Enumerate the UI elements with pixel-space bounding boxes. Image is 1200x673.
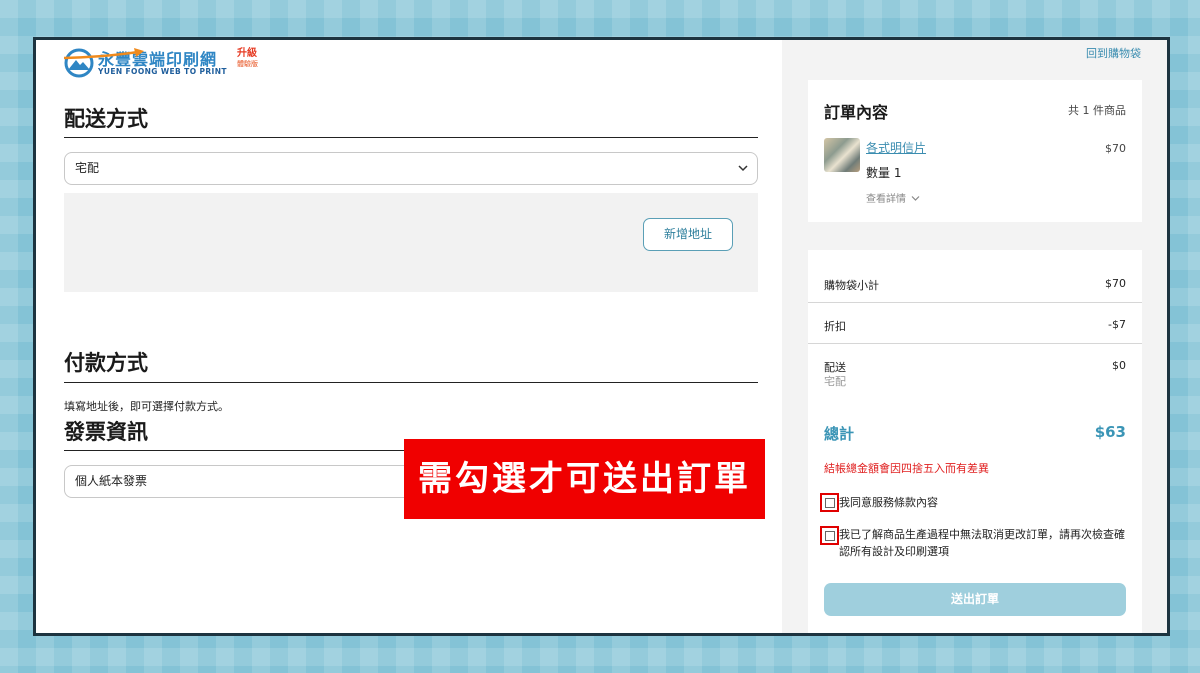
no-cancel-label: 我已了解商品生產過程中無法取消更改訂單，請再次檢查確認所有設計及印刷選項	[839, 528, 1125, 558]
back-to-cart-link[interactable]: 回到購物袋	[1086, 45, 1141, 61]
swoosh-arrow-icon	[64, 48, 144, 60]
discount-row: 折扣 -$7	[808, 303, 1142, 344]
product-price: $70	[1105, 142, 1126, 155]
view-details-toggle[interactable]: 查看詳情	[866, 190, 920, 205]
terms-checkbox-highlight	[820, 493, 839, 512]
delivery-method-select[interactable]: 宅配	[64, 152, 758, 185]
discount-label: 折扣	[824, 320, 846, 333]
no-cancel-checkbox[interactable]	[825, 531, 835, 541]
rounding-warning: 結帳總金額會因四捨五入而有差異	[824, 462, 989, 475]
delivery-title: 配送方式	[64, 107, 148, 131]
order-sidebar: 回到購物袋 訂單內容 共 1 件商品 各式明信片 $70 數量 1 查看詳情 購…	[782, 40, 1167, 633]
payment-note: 填寫地址後，即可選擇付款方式。	[64, 400, 229, 413]
order-contents-title: 訂單內容	[824, 103, 889, 122]
checkout-form: 永豐雲端印刷網 YUEN FOONG WEB TO PRINT 升級 體驗版 配…	[36, 40, 782, 633]
payment-divider	[64, 382, 758, 383]
terms-checkbox[interactable]	[825, 498, 835, 508]
chevron-down-icon	[738, 165, 748, 172]
terms-label: 我同意服務條款內容	[839, 496, 938, 509]
view-details-label: 查看詳情	[866, 194, 906, 205]
checkout-window: 永豐雲端印刷網 YUEN FOONG WEB TO PRINT 升級 體驗版 配…	[33, 37, 1170, 636]
chevron-down-icon	[911, 196, 920, 201]
item-count: 共 1 件商品	[1068, 104, 1126, 117]
add-address-button[interactable]: 新增地址	[643, 218, 733, 251]
delivery-method-value: 宅配	[75, 161, 100, 175]
subtotal-row: 購物袋小計 $70	[808, 262, 1142, 303]
subtotal-label: 購物袋小計	[824, 279, 879, 292]
upgrade-badge: 升級	[237, 48, 257, 59]
product-quantity: 數量 1	[866, 166, 902, 180]
total-label: 總計	[824, 425, 855, 443]
checkbox-required-callout: 需勾選才可送出訂單	[404, 439, 765, 519]
discount-value: -$7	[1108, 318, 1126, 331]
product-thumbnail	[824, 138, 860, 172]
order-contents-card: 訂單內容 共 1 件商品 各式明信片 $70 數量 1 查看詳情	[808, 80, 1142, 222]
edition-badge: 體驗版	[237, 60, 258, 68]
address-panel: 新增地址	[64, 193, 758, 292]
shipping-row: 配送 $0 宅配	[808, 344, 1142, 394]
brand-name-en: YUEN FOONG WEB TO PRINT	[98, 67, 227, 76]
shipping-method: 宅配	[824, 375, 846, 388]
brand-logo[interactable]: 永豐雲端印刷網 YUEN FOONG WEB TO PRINT 升級 體驗版	[64, 46, 264, 80]
total-value: $63	[1094, 423, 1126, 441]
shipping-value: $0	[1112, 359, 1126, 372]
submit-order-button[interactable]: 送出訂單	[824, 583, 1126, 616]
subtotal-value: $70	[1105, 277, 1126, 290]
invoice-title: 發票資訊	[64, 420, 148, 444]
no-cancel-checkbox-highlight	[820, 526, 839, 545]
product-name-link[interactable]: 各式明信片	[866, 139, 926, 156]
payment-title: 付款方式	[64, 351, 148, 375]
delivery-divider	[64, 137, 758, 138]
invoice-type-value: 個人紙本發票	[75, 474, 148, 488]
order-summary-card: 購物袋小計 $70 折扣 -$7 配送 $0 宅配 總計 $63 結帳總金額會因…	[808, 250, 1142, 633]
